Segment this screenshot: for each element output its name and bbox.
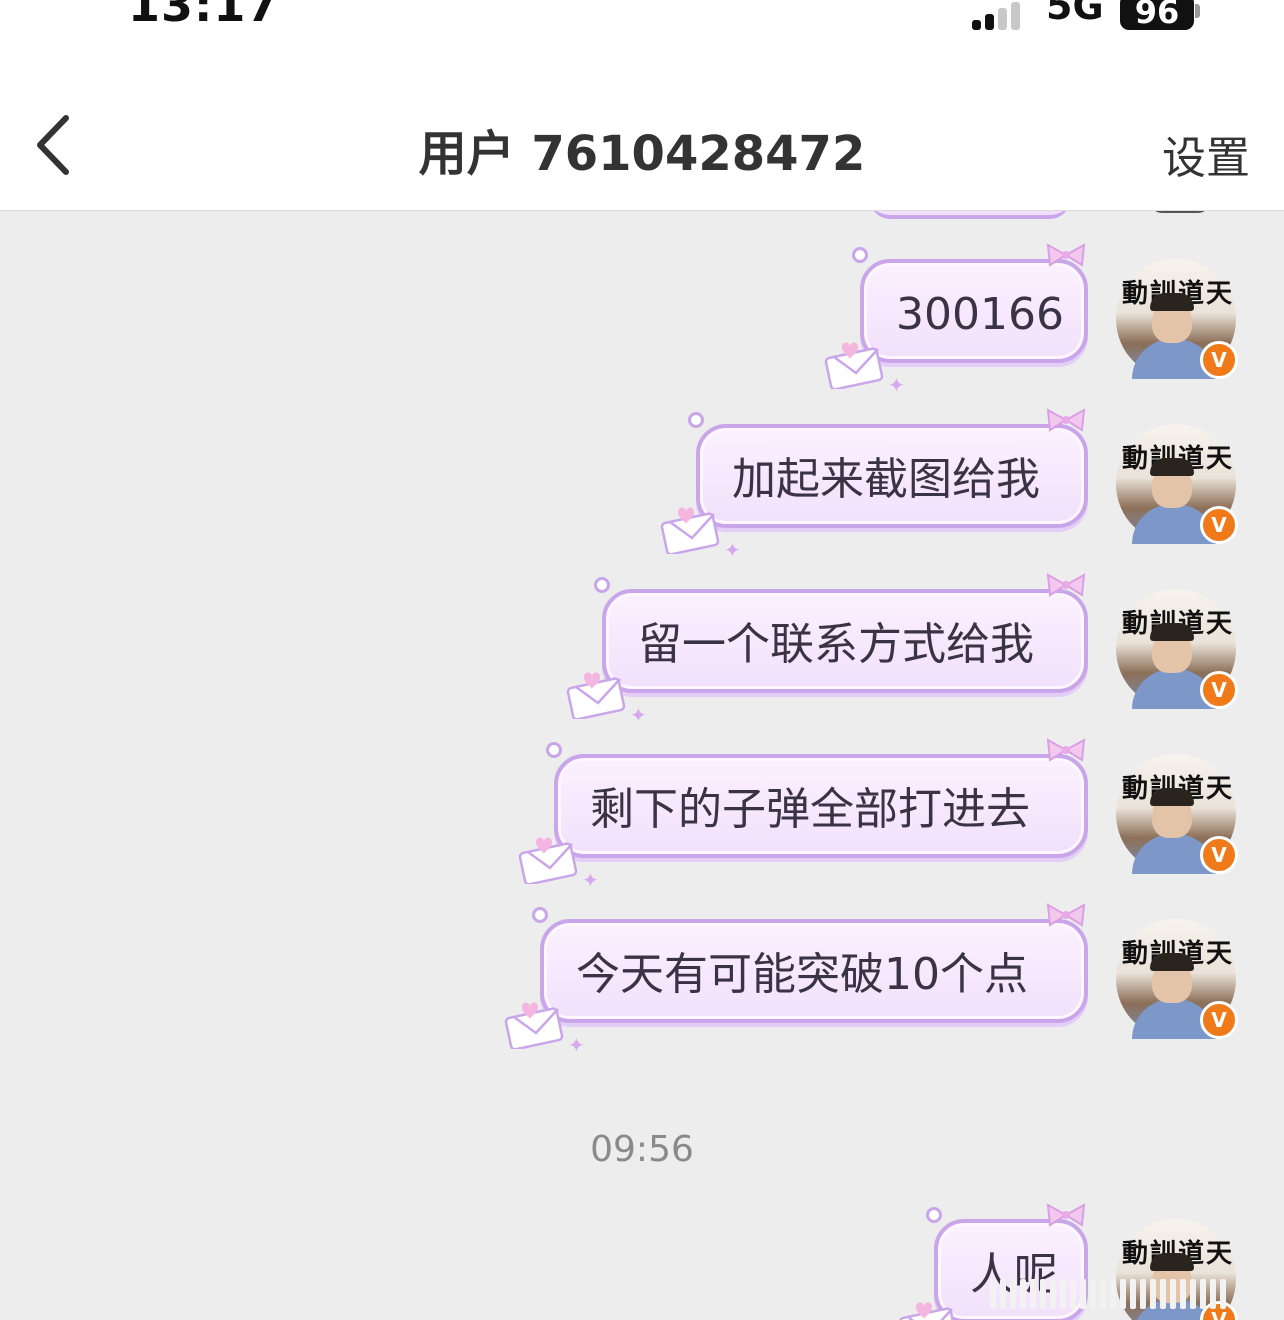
network-type: 5G (1046, 0, 1104, 28)
bubble-dot (532, 907, 548, 923)
bubble-dot (594, 577, 610, 593)
partial-avatar (1150, 211, 1210, 213)
sparkle-icon: ✦ (630, 703, 647, 727)
status-time: 13:17 (128, 0, 280, 32)
bubble-dot (926, 1207, 942, 1223)
partial-bubble (870, 211, 1070, 219)
avatar[interactable]: 動訓道天 V (1116, 589, 1238, 709)
avatar[interactable]: 動訓道天 V (1116, 754, 1238, 874)
avatar-hair (1150, 788, 1194, 806)
sparkle-icon: ✦ (582, 868, 599, 892)
message-row: 300166 ✦ 動訓道天 V (0, 243, 1284, 395)
verified-badge-icon: V (1200, 506, 1238, 544)
battery-icon: 96 (1120, 0, 1194, 30)
envelope-heart-icon (660, 507, 720, 554)
message-row: 留一个联系方式给我 ✦ 動訓道天 V (0, 573, 1284, 725)
avatar[interactable]: 動訓道天 V (1116, 259, 1238, 379)
message-text: 剩下的子弹全部打进去 (590, 784, 1030, 835)
chat-header: 用户 7610428472 设置 (0, 70, 1284, 211)
avatar-hair (1150, 293, 1194, 311)
message-text: 300166 (896, 289, 1064, 340)
envelope-heart-icon (824, 342, 884, 389)
battery-tip (1195, 4, 1200, 18)
message-row: 今天有可能突破10个点 ✦ 動訓道天 V (0, 903, 1284, 1055)
page-title: 用户 7610428472 (418, 126, 866, 182)
avatar-hair (1150, 1253, 1194, 1271)
bubble-dot (546, 742, 562, 758)
settings-button[interactable]: 设置 (1162, 122, 1250, 186)
bow-icon (1046, 1203, 1086, 1227)
bow-icon (1046, 243, 1086, 267)
message-bubble[interactable]: 留一个联系方式给我 ✦ (566, 573, 1088, 725)
message-timestamp: 09:56 (590, 1129, 694, 1170)
bow-icon (1046, 408, 1086, 432)
message-bubble[interactable]: 300166 ✦ (824, 243, 1088, 395)
message-bubble[interactable]: 加起来截图给我 ✦ (660, 408, 1088, 560)
watermark (990, 1279, 1260, 1309)
envelope-heart-icon (518, 837, 578, 884)
avatar-hair (1150, 953, 1194, 971)
status-bar: 13:17 5G 96 (0, 0, 1284, 70)
bow-icon (1046, 573, 1086, 597)
verified-badge-icon: V (1200, 671, 1238, 709)
bubble-dot (688, 412, 704, 428)
avatar[interactable]: 動訓道天 V (1116, 424, 1238, 544)
verified-badge-icon: V (1200, 836, 1238, 874)
avatar-hair (1150, 458, 1194, 476)
message-list[interactable]: 300166 ✦ 動訓道天 V 加起来截图给我 ✦ 動訓道天 V (0, 211, 1284, 1320)
envelope-heart-icon (504, 1002, 564, 1049)
signal-icon (972, 2, 1032, 30)
bow-icon (1046, 903, 1086, 927)
bow-icon (1046, 738, 1086, 762)
message-row: 加起来截图给我 ✦ 動訓道天 V (0, 408, 1284, 560)
avatar[interactable]: 動訓道天 V (1116, 919, 1238, 1039)
sparkle-icon: ✦ (724, 538, 741, 562)
sparkle-icon: ✦ (888, 373, 905, 397)
message-bubble[interactable]: 剩下的子弹全部打进去 ✦ (518, 738, 1088, 890)
envelope-heart-icon (898, 1302, 958, 1320)
bubble-dot (852, 247, 868, 263)
message-text: 加起来截图给我 (732, 454, 1040, 505)
message-row: 剩下的子弹全部打进去 ✦ 動訓道天 V (0, 738, 1284, 890)
avatar-hair (1150, 623, 1194, 641)
message-bubble[interactable]: 今天有可能突破10个点 ✦ (504, 903, 1088, 1055)
verified-badge-icon: V (1200, 1001, 1238, 1039)
verified-badge-icon: V (1200, 341, 1238, 379)
envelope-heart-icon (566, 672, 626, 719)
message-text: 留一个联系方式给我 (638, 619, 1034, 670)
sparkle-icon: ✦ (568, 1033, 585, 1057)
message-text: 今天有可能突破10个点 (576, 949, 1028, 1000)
